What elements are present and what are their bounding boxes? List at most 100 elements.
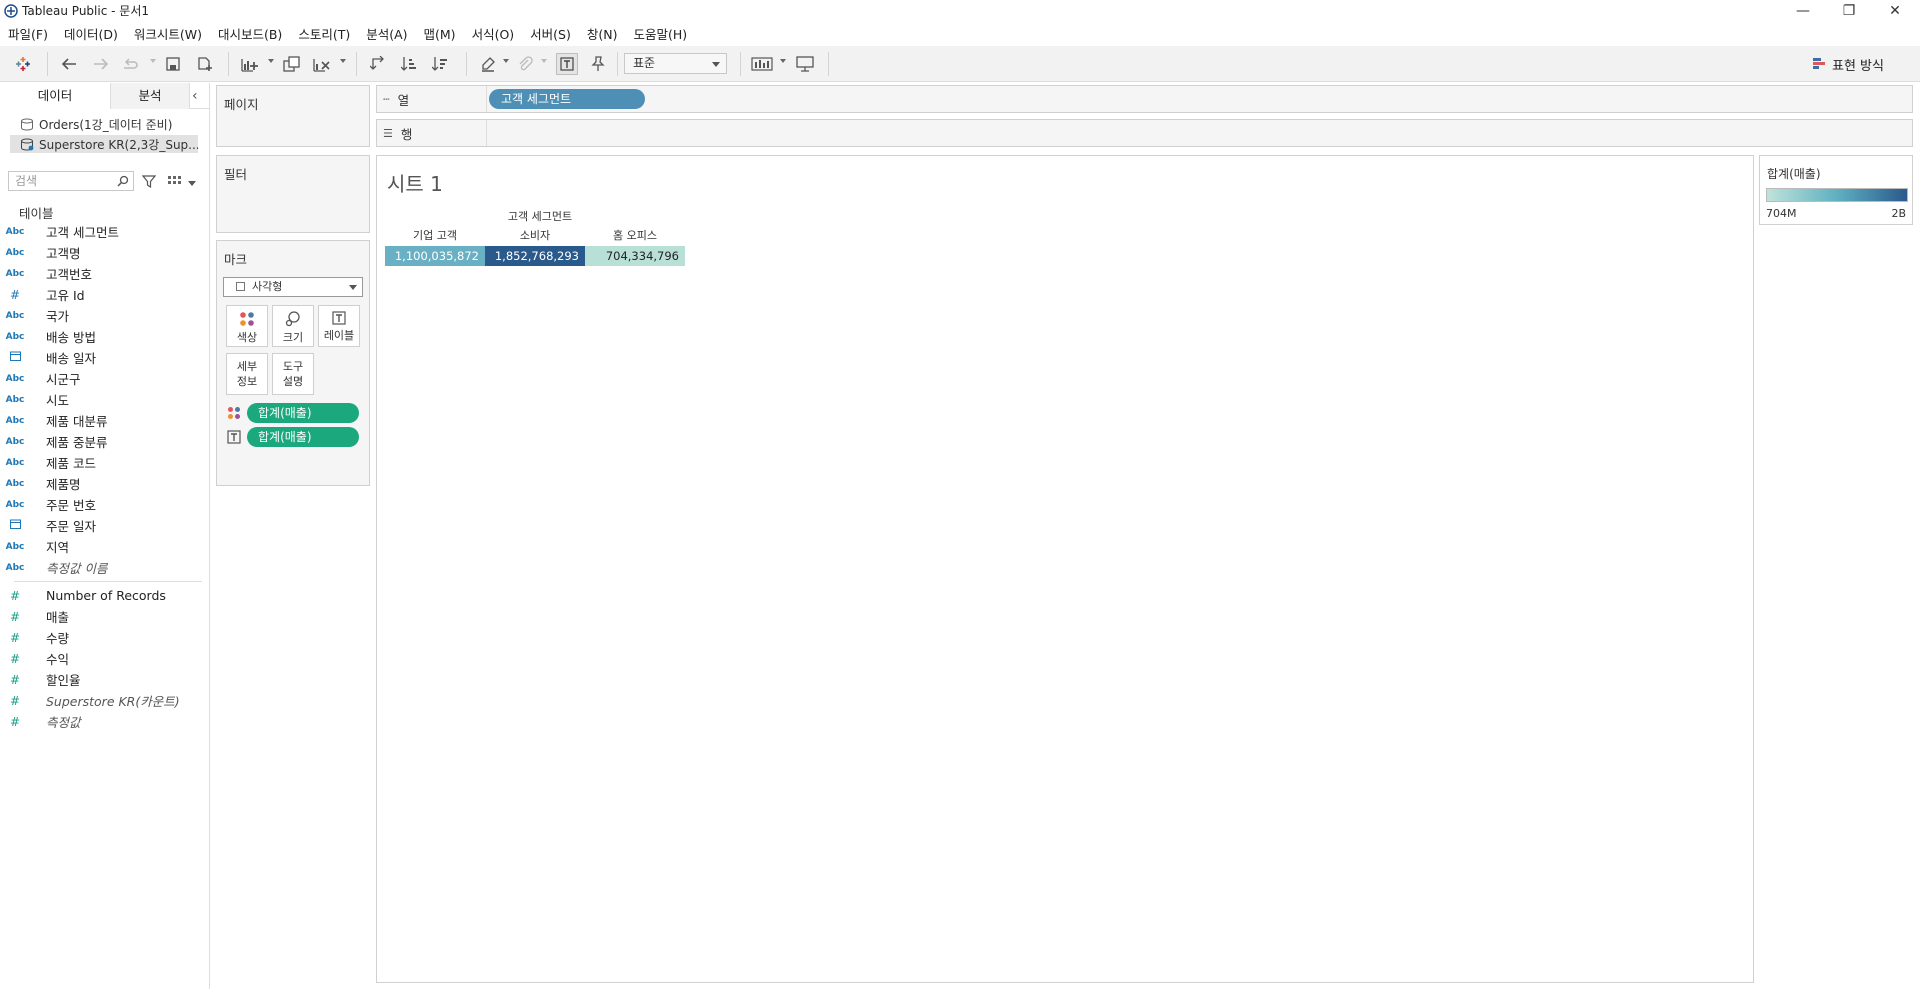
dimension-field[interactable]: Abc 제품 중분류 bbox=[0, 431, 205, 452]
dimension-field[interactable]: Abc 제품 대분류 bbox=[0, 410, 205, 431]
number-type-icon: # bbox=[9, 287, 21, 302]
marks-title: 마크 bbox=[224, 252, 248, 267]
column-header-cell[interactable]: 홈 오피스 bbox=[585, 227, 685, 243]
highlight-icon[interactable] bbox=[477, 53, 499, 75]
fix-axes-icon[interactable] bbox=[587, 53, 609, 75]
filters-shelf[interactable]: 필터 bbox=[216, 155, 370, 233]
dimension-field[interactable]: Abc 제품 코드 bbox=[0, 452, 205, 473]
search-input[interactable]: 검색 bbox=[8, 171, 134, 191]
menu-analysis[interactable]: 분석(A) bbox=[366, 24, 407, 43]
dimension-field[interactable]: Abc 측정값 이름 bbox=[0, 557, 205, 578]
size-button[interactable]: 크기 bbox=[272, 305, 314, 347]
label-pill-sum-sales[interactable]: 합계(매출) bbox=[247, 427, 359, 447]
column-header-cell[interactable]: 소비자 bbox=[485, 227, 585, 243]
columns-pill-customer-segment[interactable]: 고객 세그먼트 bbox=[489, 89, 645, 109]
datasource-superstore[interactable]: Superstore KR(2,3강_Sup... bbox=[10, 135, 198, 153]
new-worksheet-icon[interactable] bbox=[239, 53, 261, 75]
new-datasource-icon[interactable] bbox=[194, 53, 216, 75]
menu-dashboard[interactable]: 대시보드(B) bbox=[218, 24, 282, 43]
color-dots-icon bbox=[240, 312, 254, 326]
presentation-mode-icon[interactable] bbox=[794, 53, 816, 75]
measure-field[interactable]: # 수량 bbox=[0, 627, 205, 648]
label-text-icon bbox=[332, 311, 346, 325]
mark-type-value: 사각형 bbox=[252, 280, 283, 293]
color-legend[interactable]: 합계(매출) 704M 2B bbox=[1759, 155, 1913, 225]
pages-shelf[interactable]: 페이지 bbox=[216, 85, 370, 147]
dimension-field[interactable]: Abc 고객명 bbox=[0, 242, 205, 263]
detail-label: 세부 정보 bbox=[236, 360, 258, 388]
filter-icon[interactable] bbox=[142, 175, 156, 188]
value-cell[interactable]: 1,852,768,293 bbox=[485, 246, 585, 266]
restore-button[interactable]: ❐ bbox=[1826, 0, 1872, 21]
view-data-icon[interactable] bbox=[168, 176, 182, 187]
dimension-field[interactable]: Abc 제품명 bbox=[0, 473, 205, 494]
show-me-button[interactable]: 표현 방식 bbox=[1812, 53, 1884, 75]
string-type-icon: Abc bbox=[5, 331, 25, 342]
datasource-orders[interactable]: Orders(1강_데이터 준비) bbox=[10, 115, 198, 133]
menu-server[interactable]: 서버(S) bbox=[530, 24, 571, 43]
close-button[interactable]: ✕ bbox=[1872, 0, 1918, 21]
dimension-field[interactable]: Abc 시군구 bbox=[0, 368, 205, 389]
view-options-caret-icon[interactable] bbox=[188, 181, 196, 186]
tab-data[interactable]: 데이터 bbox=[0, 83, 110, 109]
dimension-field[interactable]: Abc 국가 bbox=[0, 305, 205, 326]
show-mark-labels-icon[interactable] bbox=[556, 53, 578, 75]
dimension-field[interactable]: 주문 일자 bbox=[0, 515, 205, 536]
undo-icon[interactable] bbox=[58, 53, 80, 75]
measure-field[interactable]: # 할인율 bbox=[0, 669, 205, 690]
menu-format[interactable]: 서식(O) bbox=[472, 24, 515, 43]
menu-help[interactable]: 도움말(H) bbox=[633, 24, 687, 43]
dimension-field[interactable]: Abc 지역 bbox=[0, 536, 205, 557]
replay-icon[interactable] bbox=[120, 53, 142, 75]
color-encoding-row: 합계(매출) bbox=[227, 403, 359, 423]
swap-rows-columns-icon[interactable] bbox=[367, 53, 389, 75]
string-type-icon: Abc bbox=[5, 268, 25, 279]
measure-field[interactable]: # Superstore KR(카운트) bbox=[0, 690, 205, 711]
menu-worksheet[interactable]: 워크시트(W) bbox=[134, 24, 202, 43]
columns-shelf[interactable]: ┄ 열 고객 세그먼트 bbox=[376, 85, 1913, 113]
string-type-icon: Abc bbox=[5, 499, 25, 510]
measure-field[interactable]: # 측정값 bbox=[0, 711, 205, 732]
rows-shelf[interactable]: ☰ 행 bbox=[376, 119, 1913, 147]
menu-map[interactable]: 맵(M) bbox=[424, 24, 456, 43]
dimension-field[interactable]: Abc 시도 bbox=[0, 389, 205, 410]
label-button[interactable]: 레이블 bbox=[318, 305, 360, 347]
tooltip-button[interactable]: 도구 설명 bbox=[272, 353, 314, 395]
dimension-field[interactable]: Abc 고객번호 bbox=[0, 263, 205, 284]
group-members-icon[interactable] bbox=[514, 53, 536, 75]
measure-field[interactable]: # Number of Records bbox=[0, 585, 205, 606]
column-header-cell[interactable]: 기업 고객 bbox=[385, 227, 485, 243]
dimension-field[interactable]: # 고유 Id bbox=[0, 284, 205, 305]
redo-icon[interactable] bbox=[90, 53, 112, 75]
measure-field[interactable]: # 수익 bbox=[0, 648, 205, 669]
dimension-field[interactable]: 배송 일자 bbox=[0, 347, 205, 368]
dimension-field[interactable]: Abc 주문 번호 bbox=[0, 494, 205, 515]
dimension-field[interactable]: Abc 고객 세그먼트 bbox=[0, 221, 205, 242]
menu-window[interactable]: 창(N) bbox=[587, 24, 618, 43]
value-cell[interactable]: 1,100,035,872 bbox=[385, 246, 485, 266]
mark-type-dropdown[interactable]: 사각형 bbox=[223, 277, 363, 297]
color-button[interactable]: 색상 bbox=[226, 305, 268, 347]
clear-sheet-icon[interactable] bbox=[311, 53, 333, 75]
sheet-title: 시트 1 bbox=[387, 172, 443, 196]
save-icon[interactable] bbox=[162, 53, 184, 75]
value-cell[interactable]: 704,334,796 bbox=[585, 246, 685, 266]
menu-story[interactable]: 스토리(T) bbox=[298, 24, 350, 43]
menu-file[interactable]: 파일(F) bbox=[8, 24, 48, 43]
detail-button[interactable]: 세부 정보 bbox=[226, 353, 268, 395]
tableau-logo-icon[interactable] bbox=[12, 53, 34, 75]
measure-field[interactable]: # 매출 bbox=[0, 606, 205, 627]
chevron-down-icon bbox=[712, 62, 720, 67]
duplicate-sheet-icon[interactable] bbox=[281, 53, 303, 75]
collapse-pane-icon[interactable]: ‹ bbox=[192, 88, 206, 104]
tab-analysis[interactable]: 분석 bbox=[110, 83, 190, 109]
dimension-field[interactable]: Abc 배송 방법 bbox=[0, 326, 205, 347]
sort-ascending-icon[interactable] bbox=[398, 53, 420, 75]
color-pill-sum-sales[interactable]: 합계(매출) bbox=[247, 403, 359, 423]
show-cards-icon[interactable] bbox=[751, 53, 773, 75]
menu-data[interactable]: 데이터(D) bbox=[64, 24, 118, 43]
field-name: 매출 bbox=[46, 610, 70, 625]
minimize-button[interactable]: — bbox=[1780, 0, 1826, 21]
sort-descending-icon[interactable] bbox=[429, 53, 451, 75]
fit-dropdown[interactable]: 표준 bbox=[624, 53, 727, 74]
